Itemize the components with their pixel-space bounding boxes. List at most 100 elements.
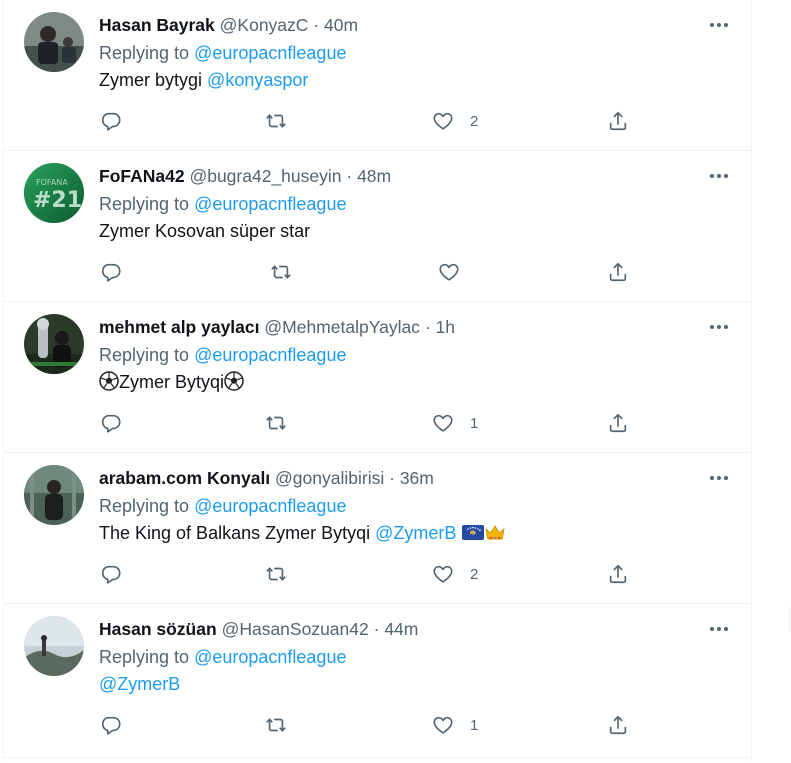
avatar[interactable]: [24, 616, 84, 676]
more-options-button[interactable]: [707, 316, 731, 338]
tweet[interactable]: mehmet alp yaylacı @MehmetalpYaylac · 1h…: [4, 302, 751, 453]
svg-text:#21: #21: [33, 188, 82, 213]
tweet-header: mehmet alp yaylacı @MehmetalpYaylac · 1h: [99, 316, 455, 338]
tweet-text-plain: Zymer Bytyqi: [119, 372, 225, 392]
tweet-time[interactable]: 40m: [324, 15, 358, 35]
replying-prefix: Replying to: [99, 43, 190, 63]
reply-button[interactable]: [100, 411, 122, 435]
avatar[interactable]: [24, 465, 84, 525]
retweet-icon: [271, 265, 291, 279]
tweet-header: arabam.com Konyalı @gonyalibirisi · 36m: [99, 467, 434, 489]
tweet-text: @ZymerB: [99, 673, 180, 695]
tweet-time[interactable]: 36m: [400, 468, 434, 488]
side-divider: [789, 607, 790, 631]
more-icon: [710, 476, 728, 480]
tweet-time[interactable]: 44m: [384, 619, 418, 639]
share-icon: [609, 715, 627, 735]
share-icon: [609, 413, 627, 433]
replying-to: Replying to @europacnfleague: [99, 42, 346, 64]
tweet[interactable]: Hasan sözüan @HasanSozuan42 · 44m Replyi…: [4, 604, 751, 755]
more-options-button[interactable]: [707, 467, 731, 489]
kosovo-flag-icon: [462, 525, 485, 540]
like-button[interactable]: [438, 260, 476, 284]
replying-to: Replying to @europacnfleague: [99, 344, 346, 366]
author-handle[interactable]: @KonyazC: [220, 15, 309, 35]
separator: ·: [389, 468, 395, 488]
avatar[interactable]: [24, 314, 84, 374]
like-button[interactable]: 2: [432, 562, 478, 586]
author-handle[interactable]: @bugra42_huseyin: [189, 166, 341, 186]
heart-icon: [433, 414, 453, 432]
reply-button[interactable]: [100, 713, 122, 737]
mention-link[interactable]: @konyaspor: [207, 70, 308, 90]
heart-icon: [433, 716, 453, 734]
share-button[interactable]: [607, 109, 629, 133]
more-icon: [710, 23, 728, 27]
tweet-actions: 2: [4, 109, 751, 133]
tweet-text: Zymer Kosovan süper star: [99, 220, 310, 242]
tweet-time[interactable]: 1h: [436, 317, 455, 337]
tweet-text: The King of Balkans Zymer Bytyqi @ZymerB: [99, 522, 506, 544]
share-button[interactable]: [607, 713, 629, 737]
reply-button[interactable]: [100, 109, 122, 133]
next-tweet-edge: [3, 757, 750, 763]
tweet[interactable]: arabam.com Konyalı @gonyalibirisi · 36m …: [4, 453, 751, 604]
avatar[interactable]: [24, 12, 84, 72]
replying-to: Replying to @europacnfleague: [99, 193, 346, 215]
author-handle[interactable]: @MehmetalpYaylac: [264, 317, 420, 337]
tweet-text: Zymer bytygi @konyaspor: [99, 69, 308, 91]
like-count: 2: [470, 112, 479, 130]
like-button[interactable]: 2: [432, 109, 478, 133]
reply-button[interactable]: [100, 260, 122, 284]
author-name[interactable]: FoFANa42: [99, 166, 185, 186]
more-options-button[interactable]: [707, 14, 731, 36]
author-name[interactable]: arabam.com Konyalı: [99, 468, 270, 488]
retweet-icon: [266, 114, 286, 128]
author-handle[interactable]: @gonyalibirisi: [275, 468, 384, 488]
like-button[interactable]: 1: [432, 411, 478, 435]
tweet-text-plain: Zymer bytygi: [99, 70, 203, 90]
replying-to-link[interactable]: @europacnfleague: [194, 43, 346, 63]
author-name[interactable]: mehmet alp yaylacı: [99, 317, 260, 337]
reply-icon: [101, 716, 121, 735]
replying-to-link[interactable]: @europacnfleague: [194, 496, 346, 516]
replying-to-link[interactable]: @europacnfleague: [194, 647, 346, 667]
retweet-icon: [266, 567, 286, 581]
separator: ·: [313, 15, 320, 35]
tweet-time[interactable]: 48m: [357, 166, 391, 186]
avatar[interactable]: #21 FOFANA: [24, 163, 84, 223]
reply-icon: [101, 414, 121, 433]
mention-link[interactable]: @ZymerB: [99, 674, 180, 694]
tweet[interactable]: #21 FOFANA FoFANa42 @bugra42_huseyin · 4…: [4, 151, 751, 302]
retweet-button[interactable]: [265, 562, 287, 586]
reply-button[interactable]: [100, 562, 122, 586]
retweet-button[interactable]: [265, 411, 287, 435]
share-button[interactable]: [607, 411, 629, 435]
author-name[interactable]: Hasan Bayrak: [99, 15, 215, 35]
author-name[interactable]: Hasan sözüan: [99, 619, 217, 639]
heart-icon: [439, 263, 459, 281]
replying-to-link[interactable]: @europacnfleague: [194, 194, 346, 214]
replying-to: Replying to @europacnfleague: [99, 646, 346, 668]
retweet-button[interactable]: [265, 109, 287, 133]
heart-icon: [433, 565, 453, 583]
tweet[interactable]: Hasan Bayrak @KonyazC · 40m Replying to …: [4, 0, 751, 151]
share-button[interactable]: [607, 260, 629, 284]
author-handle[interactable]: @HasanSozuan42: [222, 619, 369, 639]
soccer-ball-icon: [99, 371, 119, 391]
retweet-button[interactable]: [270, 260, 292, 284]
more-options-button[interactable]: [707, 165, 731, 187]
separator: ·: [373, 619, 380, 639]
like-button[interactable]: 1: [432, 713, 478, 737]
more-icon: [710, 627, 728, 631]
share-button[interactable]: [607, 562, 629, 586]
reply-icon: [101, 112, 121, 131]
more-options-button[interactable]: [707, 618, 731, 640]
retweet-button[interactable]: [265, 713, 287, 737]
like-count: 1: [470, 716, 479, 734]
replying-prefix: Replying to: [99, 194, 190, 214]
mention-link[interactable]: @ZymerB: [375, 523, 456, 543]
reply-icon: [101, 565, 121, 584]
replying-to-link[interactable]: @europacnfleague: [194, 345, 346, 365]
replying-prefix: Replying to: [99, 345, 190, 365]
